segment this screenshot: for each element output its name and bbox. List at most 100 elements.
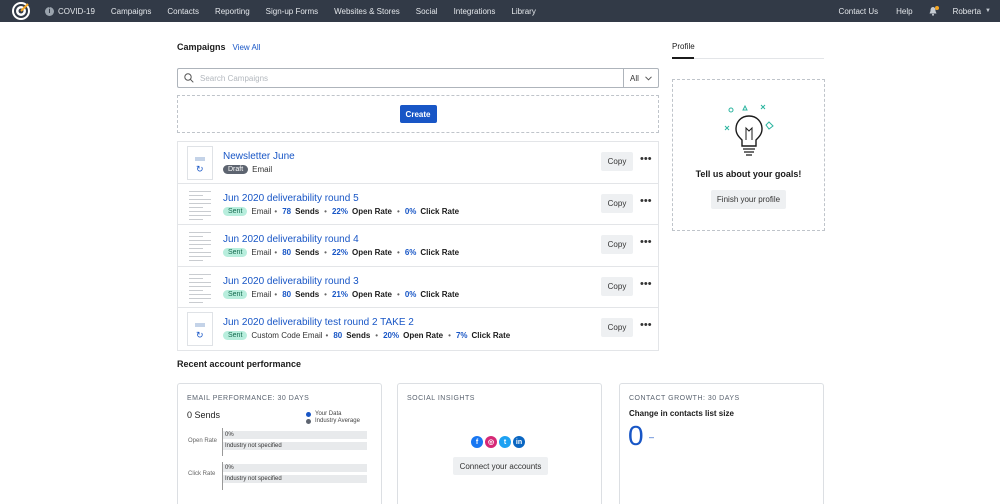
twitter-icon[interactable]: t [499, 436, 511, 448]
copy-button[interactable]: Copy [601, 152, 633, 171]
nav-social[interactable]: Social [416, 7, 438, 16]
copy-button[interactable]: Copy [601, 276, 633, 296]
click-rate-label: Click Rate [420, 248, 460, 257]
notification-bell-icon[interactable] [928, 6, 939, 16]
view-all-link[interactable]: View All [233, 43, 261, 52]
open-rate-value: 21% [331, 289, 348, 299]
user-name: Roberta [952, 6, 982, 16]
legend-industry: Industry Average [315, 418, 360, 424]
search-icon [184, 73, 194, 83]
growth-value: 0 [628, 420, 644, 451]
campaign-name[interactable]: Jun 2020 deliverability round 5 [223, 193, 359, 204]
user-menu[interactable]: Roberta ▼ [953, 7, 991, 16]
nav-help[interactable]: Help [896, 7, 912, 16]
status-badge: Sent [223, 289, 248, 299]
copy-button[interactable]: Copy [601, 318, 633, 337]
open-rate-label: Open Rate [351, 206, 392, 216]
sends-value: 78 [282, 206, 292, 216]
more-options-icon[interactable]: ••• [640, 319, 652, 331]
campaign-name[interactable]: Jun 2020 deliverability round 4 [223, 234, 359, 245]
click-rate-value: 7% [455, 331, 468, 340]
nav-signup-forms[interactable]: Sign-up Forms [266, 7, 318, 16]
facebook-icon[interactable]: f [471, 436, 483, 448]
campaign-thumbnail[interactable] [187, 229, 213, 263]
campaign-thumbnail[interactable]: ↻ [187, 312, 213, 346]
campaign-meta: Draft Email [223, 165, 272, 174]
campaign-name[interactable]: Jun 2020 deliverability round 3 [223, 276, 359, 287]
legend-your-data: Your Data [315, 411, 342, 417]
sends-label: Sends [295, 206, 320, 216]
open-rate-label: Open Rate [403, 331, 444, 340]
campaign-name[interactable]: Newsletter June [223, 151, 295, 162]
open-rate-bar: 0% [223, 431, 367, 439]
copy-button[interactable]: Copy [601, 193, 633, 213]
open-rate-value: 22% [331, 206, 348, 216]
campaign-search-row: All [177, 68, 659, 88]
more-options-icon[interactable]: ••• [640, 236, 652, 248]
sends-value: 80 [282, 289, 292, 299]
thumbnail-placeholder [195, 157, 205, 161]
thumbnail-placeholder [195, 323, 205, 327]
campaign-row: Jun 2020 deliverability round 4 Sent Ema… [178, 225, 658, 267]
chevron-down-icon: ▼ [985, 8, 991, 14]
campaign-meta: Sent Email • 80 Sends • 22% Open Rate • 6%… [223, 248, 461, 257]
more-options-icon[interactable]: ••• [640, 195, 652, 207]
growth-change: – [649, 432, 655, 442]
sends-value: 80 [333, 331, 343, 340]
sends-label: Sends [346, 331, 371, 340]
more-options-icon[interactable]: ••• [640, 153, 652, 165]
search-input[interactable] [200, 73, 580, 83]
nav-contact-us[interactable]: Contact Us [839, 7, 879, 16]
status-badge: Sent [223, 248, 248, 257]
campaigns-header: Campaigns View All [177, 42, 260, 52]
campaign-type: Email [251, 289, 272, 299]
create-button[interactable]: Create [399, 105, 437, 123]
open-rate-label: Open Rate [188, 438, 218, 444]
filter-select[interactable]: All [623, 68, 659, 88]
click-rate-industry-bar: Industry not specified [223, 475, 367, 483]
open-rate-value: 22% [331, 248, 348, 257]
nav-integrations[interactable]: Integrations [454, 7, 496, 16]
finish-profile-button[interactable]: Finish your profile [711, 190, 786, 209]
info-icon: i [45, 6, 54, 16]
instagram-icon[interactable]: ◎ [485, 436, 497, 448]
campaign-row: ↻ Jun 2020 deliverability test round 2 T… [178, 308, 658, 350]
open-rate-label: Open Rate [351, 248, 392, 257]
campaign-type: Email [251, 206, 272, 216]
campaign-thumbnail[interactable] [187, 187, 213, 222]
legend-dot-your [306, 411, 311, 417]
click-rate-value: 0% [404, 289, 417, 299]
constant-contact-logo-icon[interactable] [11, 1, 31, 21]
recent-performance-title: Recent account performance [177, 359, 302, 369]
refresh-icon: ↻ [196, 164, 204, 174]
nav-reporting[interactable]: Reporting [215, 7, 250, 16]
campaign-row: ↻ Newsletter June Draft Email Copy ••• [178, 142, 658, 184]
status-badge: Sent [223, 206, 248, 216]
social-insights-card: SOCIAL INSIGHTS f ◎ t in Connect your ac… [397, 383, 602, 504]
linkedin-icon[interactable]: in [513, 436, 525, 448]
click-rate-value: 6% [404, 248, 417, 257]
social-icons: f ◎ t in [471, 436, 527, 448]
connect-accounts-button[interactable]: Connect your accounts [453, 457, 548, 475]
chevron-down-icon [645, 75, 652, 81]
tab-profile[interactable]: Profile [672, 42, 695, 51]
top-nav: i COVID-19 Campaigns Contacts Reporting … [0, 0, 1000, 22]
nav-covid[interactable]: i COVID-19 [45, 6, 95, 16]
more-options-icon[interactable]: ••• [640, 278, 652, 290]
campaign-thumbnail[interactable]: ↻ [187, 146, 213, 180]
nav-campaigns[interactable]: Campaigns [111, 7, 151, 16]
campaign-row: Jun 2020 deliverability round 3 Sent Ema… [178, 267, 658, 308]
click-rate-label: Click Rate [188, 471, 216, 477]
copy-button[interactable]: Copy [601, 235, 633, 254]
open-rate-label: Open Rate [351, 289, 392, 299]
campaign-name[interactable]: Jun 2020 deliverability test round 2 TAK… [223, 317, 414, 328]
nav-library[interactable]: Library [511, 7, 535, 16]
click-rate-label: Click Rate [471, 331, 511, 340]
campaign-meta: Sent Custom Code Email • 80 Sends • 20% Op… [223, 331, 512, 340]
click-rate-value: 0% [404, 206, 417, 216]
nav-websites-stores[interactable]: Websites & Stores [334, 7, 400, 16]
open-rate-industry-bar: Industry not specified [223, 442, 367, 450]
growth-title: Change in contacts list size [629, 409, 734, 418]
nav-contacts[interactable]: Contacts [167, 7, 199, 16]
campaign-thumbnail[interactable] [187, 270, 213, 305]
